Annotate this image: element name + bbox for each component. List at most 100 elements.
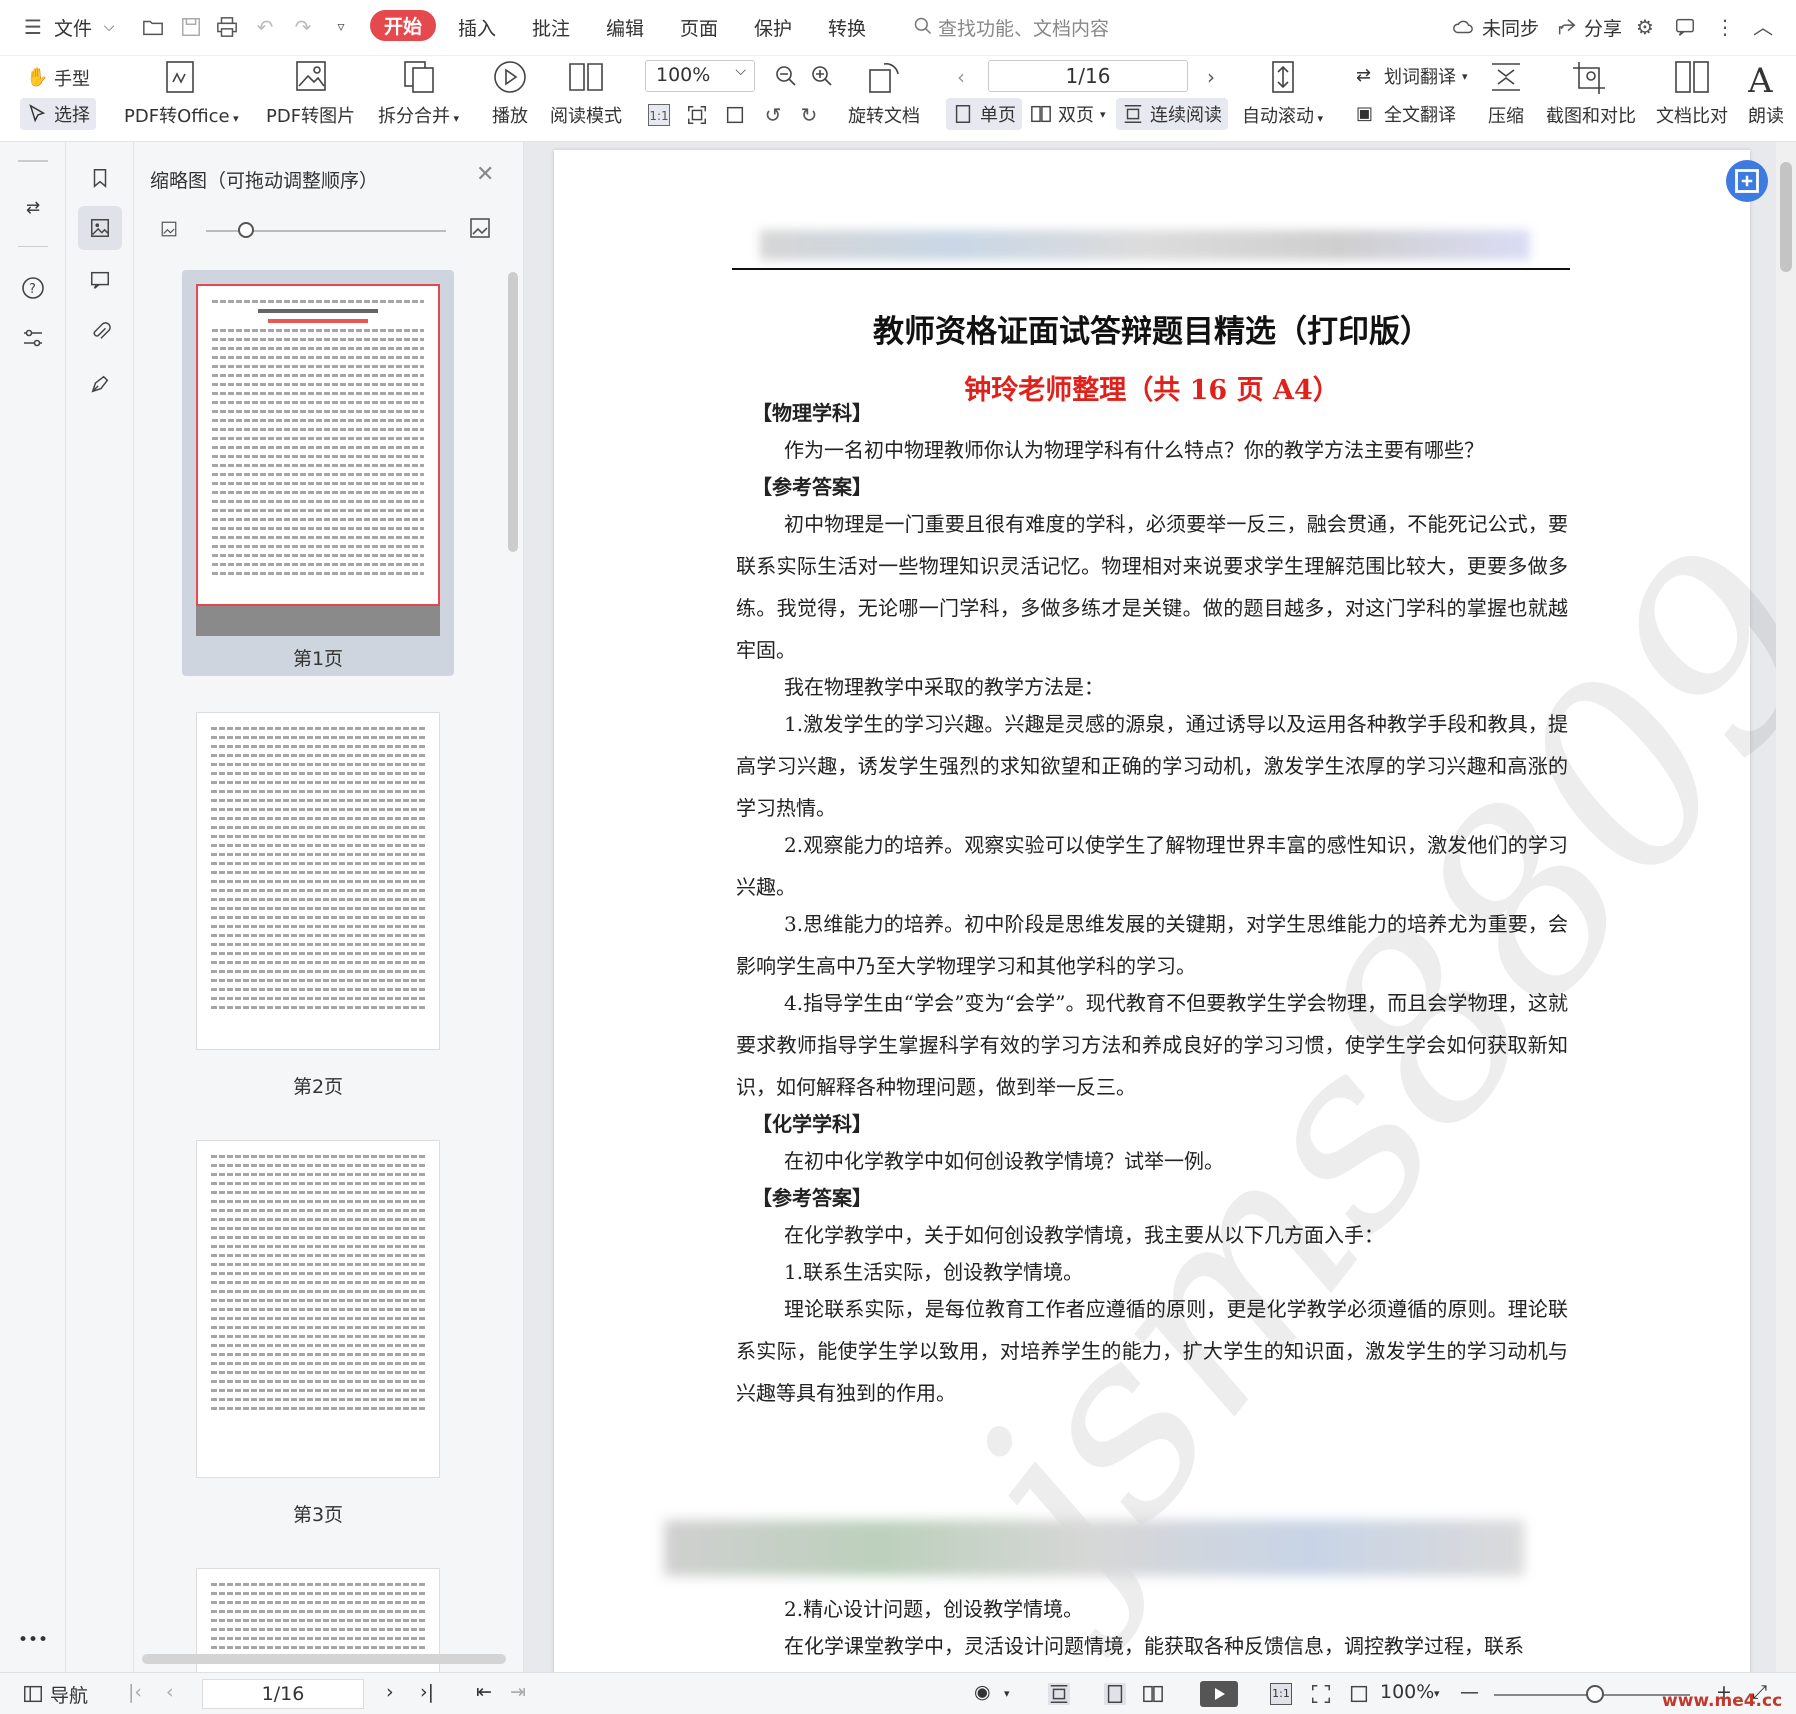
translate-rail-icon[interactable]: ⇄ (11, 186, 55, 230)
comment-bubble-icon[interactable] (1674, 16, 1696, 38)
thumbnail-panel-icon[interactable] (78, 206, 122, 250)
menu-file[interactable]: 文件 (54, 14, 92, 41)
continuous-mode-icon[interactable] (1048, 1683, 1070, 1705)
bookmark-icon[interactable] (78, 156, 122, 200)
page-number-input[interactable]: 1/16 (988, 60, 1188, 92)
play-icon (494, 61, 526, 93)
redo-icon[interactable]: ↷ (292, 16, 314, 38)
gear-icon[interactable]: ⚙ (1634, 16, 1656, 38)
tab-edit[interactable]: 编辑 (606, 14, 644, 41)
double-page-mode-icon[interactable] (1142, 1683, 1164, 1705)
tab-comment[interactable]: 批注 (532, 14, 570, 41)
navigation-label[interactable]: 导航 (50, 1681, 88, 1708)
close-icon[interactable]: ✕ (476, 162, 494, 187)
pdf-to-image-button[interactable]: PDF转图片 (266, 60, 355, 128)
actual-size-icon[interactable]: 1:1 (1270, 1683, 1292, 1705)
document-scrollbar[interactable] (1776, 142, 1796, 1672)
thumbnail-hscrollbar[interactable] (142, 1654, 506, 1664)
rotate-right-icon[interactable]: ↻ (798, 104, 820, 126)
first-page-icon[interactable]: |‹ (128, 1681, 142, 1703)
actual-size-icon[interactable]: 1:1 (648, 104, 670, 126)
pdf-to-office-button[interactable]: PDF转Office ▾ (124, 60, 239, 128)
share-icon[interactable] (1556, 16, 1578, 38)
single-page-button[interactable]: 单页 (946, 98, 1022, 130)
share-button[interactable]: 分享 (1584, 14, 1622, 41)
previous-page-icon[interactable]: ‹ (166, 1681, 174, 1703)
document-viewport[interactable]: 教师资格证面试答辩题目精选（打印版） 钟玲老师整理（共 16 页 A4） jsm… (524, 142, 1776, 1672)
rotate-left-icon[interactable]: ↺ (762, 104, 784, 126)
continuous-reading-button[interactable]: 连续阅读 (1116, 98, 1228, 130)
thumbnail-page-2[interactable]: 第2页 (182, 698, 454, 1104)
fit-page-icon[interactable] (686, 104, 708, 126)
cloud-sync-icon[interactable] (1452, 16, 1474, 38)
large-thumbnail-icon[interactable] (468, 216, 492, 245)
tab-insert[interactable]: 插入 (458, 14, 496, 41)
word-translate-button[interactable]: ⇄ 划词翻译 ▾ (1350, 60, 1474, 92)
select-tool-button[interactable]: 选择 (20, 98, 96, 130)
quick-access-dropdown-icon[interactable]: ▿ (330, 16, 352, 38)
rotate-document-icon (869, 63, 899, 93)
annotation-panel-icon[interactable] (78, 258, 122, 302)
zoom-in-icon[interactable] (810, 64, 832, 86)
back-icon[interactable]: ⇤ (476, 1681, 492, 1703)
save-icon[interactable] (180, 16, 202, 38)
single-page-mode-icon[interactable] (1104, 1683, 1126, 1705)
play-slideshow-icon[interactable] (1200, 1681, 1238, 1707)
search-input[interactable]: 查找功能、文档内容 (938, 14, 1109, 41)
forward-icon[interactable]: ⇥ (510, 1681, 526, 1703)
reading-mode-button[interactable]: 阅读模式 (550, 60, 622, 128)
chevron-down-icon[interactable]: ▾ (1434, 1687, 1440, 1700)
tab-convert[interactable]: 转换 (828, 14, 866, 41)
auto-scroll-button[interactable]: 自动滚动 ▾ (1242, 60, 1323, 128)
more-horizontal-icon[interactable]: ••• (11, 1618, 55, 1662)
fit-page-icon[interactable] (1310, 1683, 1332, 1705)
thumbnail-page-3[interactable]: 第3页 (182, 1126, 454, 1532)
zoom-out-icon[interactable] (774, 64, 796, 86)
hamburger-menu-icon[interactable]: ☰ (22, 16, 44, 38)
more-vertical-icon[interactable]: ⋮ (1714, 16, 1736, 38)
status-page-input[interactable]: 1/16 (202, 1679, 364, 1709)
read-aloud-button[interactable]: A 朗读 (1748, 60, 1796, 128)
compress-button[interactable]: 压缩 (1486, 60, 1526, 128)
navigation-panel-icon[interactable] (22, 1683, 44, 1705)
collapse-ribbon-icon[interactable]: ︿ (1752, 16, 1774, 38)
open-folder-icon[interactable] (142, 16, 164, 38)
play-button[interactable]: 播放 (490, 60, 530, 128)
zoom-slider-handle[interactable] (1586, 1685, 1604, 1703)
fit-width-icon[interactable] (724, 104, 746, 126)
next-page-icon[interactable]: › (1200, 66, 1222, 88)
print-icon[interactable] (216, 16, 238, 38)
eye-protection-icon[interactable]: ◉ (974, 1681, 991, 1703)
double-page-button[interactable]: 双页 ▾ (1024, 98, 1112, 130)
last-page-icon[interactable]: ›| (420, 1681, 434, 1703)
tab-page[interactable]: 页面 (680, 14, 718, 41)
screenshot-compare-button[interactable]: 截图和对比 (1546, 60, 1636, 128)
signature-pen-icon[interactable] (78, 362, 122, 406)
help-icon[interactable]: ? (11, 266, 55, 310)
scrollbar-thumb[interactable] (1780, 162, 1792, 272)
full-translate-button[interactable]: ▣ 全文翻译 (1350, 98, 1462, 130)
tab-protect[interactable]: 保护 (754, 14, 792, 41)
next-page-icon[interactable]: › (386, 1681, 394, 1703)
hand-tool-button[interactable]: ✋ 手型 (20, 62, 96, 94)
thumbnail-scrollbar[interactable] (508, 272, 518, 552)
thumbnail-page-1[interactable]: 第1页 (182, 270, 454, 676)
slider-handle[interactable] (238, 222, 254, 238)
previous-page-icon[interactable]: ‹ (950, 66, 972, 88)
floating-action-button[interactable] (1726, 160, 1768, 202)
zoom-out-icon[interactable]: — (1460, 1681, 1479, 1703)
tab-start[interactable]: 开始 (370, 10, 437, 41)
zoom-select[interactable]: 100% ⌵ (645, 60, 755, 92)
status-zoom-value[interactable]: 100% (1380, 1681, 1434, 1703)
split-merge-button[interactable]: 拆分合并 ▾ (378, 60, 459, 128)
rotate-document-button[interactable]: 旋转文档 (848, 60, 920, 128)
document-compare-button[interactable]: 文档比对 (1656, 60, 1728, 128)
sliders-settings-icon[interactable] (11, 316, 55, 360)
sync-status[interactable]: 未同步 (1482, 14, 1539, 41)
chevron-down-icon[interactable]: ▾ (1004, 1687, 1010, 1700)
small-thumbnail-icon[interactable] (160, 220, 178, 243)
chevron-down-icon[interactable]: ⌵ (98, 16, 120, 38)
attachment-paperclip-icon[interactable] (78, 310, 122, 354)
fit-width-icon[interactable] (1348, 1683, 1370, 1705)
undo-icon[interactable]: ↶ (254, 16, 276, 38)
